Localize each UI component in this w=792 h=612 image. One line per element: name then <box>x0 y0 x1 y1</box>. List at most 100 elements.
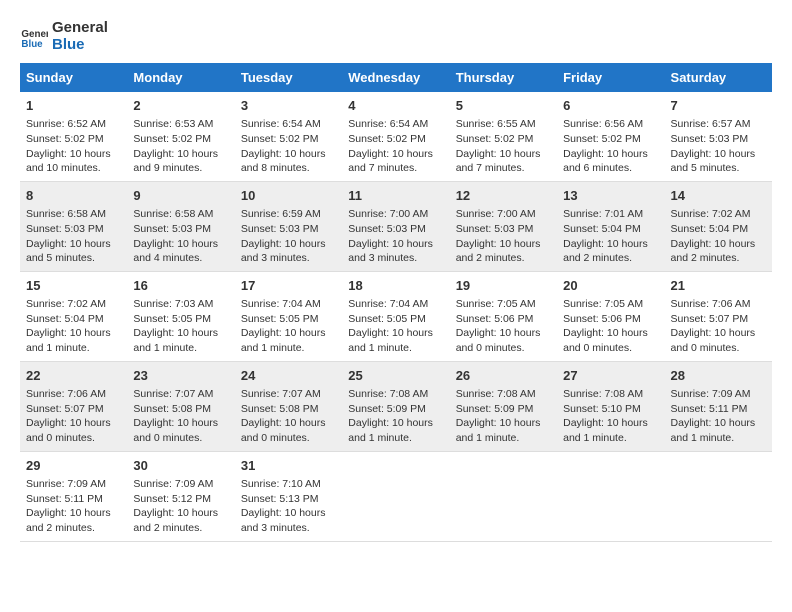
logo: General Blue General Blue <box>20 20 108 53</box>
calendar-header-row: SundayMondayTuesdayWednesdayThursdayFrid… <box>20 63 772 92</box>
day-info: and 2 minutes. <box>26 521 121 536</box>
day-info: Sunset: 5:03 PM <box>241 222 336 237</box>
day-info: Daylight: 10 hours <box>133 237 228 252</box>
day-info: and 0 minutes. <box>563 341 658 356</box>
day-info: and 7 minutes. <box>456 161 551 176</box>
day-info: Sunrise: 7:01 AM <box>563 207 658 222</box>
calendar-cell: 18Sunrise: 7:04 AMSunset: 5:05 PMDayligh… <box>342 271 449 361</box>
day-info: and 2 minutes. <box>133 521 228 536</box>
calendar-cell <box>342 451 449 541</box>
day-info: and 0 minutes. <box>241 431 336 446</box>
day-info: Daylight: 10 hours <box>456 326 551 341</box>
day-info: Sunset: 5:05 PM <box>133 312 228 327</box>
day-info: Sunrise: 7:06 AM <box>671 297 766 312</box>
day-info: Sunset: 5:12 PM <box>133 492 228 507</box>
calendar-cell: 21Sunrise: 7:06 AMSunset: 5:07 PMDayligh… <box>665 271 772 361</box>
calendar-row-5: 29Sunrise: 7:09 AMSunset: 5:11 PMDayligh… <box>20 451 772 541</box>
day-number: 5 <box>456 97 551 115</box>
day-info: and 3 minutes. <box>348 251 443 266</box>
day-info: and 1 minute. <box>26 341 121 356</box>
day-info: and 2 minutes. <box>671 251 766 266</box>
day-info: Daylight: 10 hours <box>241 147 336 162</box>
calendar-cell: 29Sunrise: 7:09 AMSunset: 5:11 PMDayligh… <box>20 451 127 541</box>
day-info: Daylight: 10 hours <box>133 147 228 162</box>
day-info: Daylight: 10 hours <box>456 416 551 431</box>
day-info: Sunset: 5:05 PM <box>241 312 336 327</box>
day-number: 23 <box>133 367 228 385</box>
day-info: Sunrise: 7:08 AM <box>563 387 658 402</box>
day-info: Sunrise: 6:58 AM <box>26 207 121 222</box>
day-number: 15 <box>26 277 121 295</box>
calendar-cell: 17Sunrise: 7:04 AMSunset: 5:05 PMDayligh… <box>235 271 342 361</box>
day-info: Daylight: 10 hours <box>671 416 766 431</box>
calendar-cell: 1Sunrise: 6:52 AMSunset: 5:02 PMDaylight… <box>20 92 127 181</box>
calendar-cell <box>557 451 664 541</box>
day-number: 25 <box>348 367 443 385</box>
day-number: 8 <box>26 187 121 205</box>
day-number: 26 <box>456 367 551 385</box>
day-info: Sunrise: 7:02 AM <box>671 207 766 222</box>
day-info: and 3 minutes. <box>241 251 336 266</box>
day-info: and 10 minutes. <box>26 161 121 176</box>
calendar-cell: 25Sunrise: 7:08 AMSunset: 5:09 PMDayligh… <box>342 361 449 451</box>
day-info: Sunrise: 7:04 AM <box>241 297 336 312</box>
column-header-monday: Monday <box>127 63 234 92</box>
day-info: Sunrise: 7:07 AM <box>241 387 336 402</box>
calendar-cell: 11Sunrise: 7:00 AMSunset: 5:03 PMDayligh… <box>342 181 449 271</box>
day-number: 27 <box>563 367 658 385</box>
day-info: and 4 minutes. <box>133 251 228 266</box>
calendar-cell: 5Sunrise: 6:55 AMSunset: 5:02 PMDaylight… <box>450 92 557 181</box>
calendar-cell: 16Sunrise: 7:03 AMSunset: 5:05 PMDayligh… <box>127 271 234 361</box>
day-info: Daylight: 10 hours <box>241 416 336 431</box>
day-info: Sunset: 5:06 PM <box>563 312 658 327</box>
day-number: 11 <box>348 187 443 205</box>
day-info: and 2 minutes. <box>563 251 658 266</box>
day-info: and 1 minute. <box>456 431 551 446</box>
day-info: Sunset: 5:07 PM <box>26 402 121 417</box>
day-info: Sunset: 5:02 PM <box>456 132 551 147</box>
calendar-cell <box>665 451 772 541</box>
day-info: Sunset: 5:11 PM <box>26 492 121 507</box>
day-number: 30 <box>133 457 228 475</box>
day-info: and 0 minutes. <box>26 431 121 446</box>
calendar-cell: 8Sunrise: 6:58 AMSunset: 5:03 PMDaylight… <box>20 181 127 271</box>
day-info: and 3 minutes. <box>241 521 336 536</box>
day-info: Daylight: 10 hours <box>671 326 766 341</box>
calendar-cell: 12Sunrise: 7:00 AMSunset: 5:03 PMDayligh… <box>450 181 557 271</box>
calendar-cell: 3Sunrise: 6:54 AMSunset: 5:02 PMDaylight… <box>235 92 342 181</box>
column-header-thursday: Thursday <box>450 63 557 92</box>
day-number: 13 <box>563 187 658 205</box>
day-info: Daylight: 10 hours <box>26 506 121 521</box>
day-info: Sunset: 5:13 PM <box>241 492 336 507</box>
day-info: Daylight: 10 hours <box>563 416 658 431</box>
day-info: and 5 minutes. <box>26 251 121 266</box>
day-number: 20 <box>563 277 658 295</box>
calendar-cell: 23Sunrise: 7:07 AMSunset: 5:08 PMDayligh… <box>127 361 234 451</box>
day-info: Sunrise: 7:03 AM <box>133 297 228 312</box>
day-info: Sunrise: 7:00 AM <box>456 207 551 222</box>
day-info: Sunrise: 6:54 AM <box>348 117 443 132</box>
calendar-cell: 30Sunrise: 7:09 AMSunset: 5:12 PMDayligh… <box>127 451 234 541</box>
logo-blue: Blue <box>52 37 108 54</box>
day-info: Daylight: 10 hours <box>26 416 121 431</box>
day-info: Sunset: 5:11 PM <box>671 402 766 417</box>
column-header-tuesday: Tuesday <box>235 63 342 92</box>
calendar-row-4: 22Sunrise: 7:06 AMSunset: 5:07 PMDayligh… <box>20 361 772 451</box>
day-info: and 0 minutes. <box>671 341 766 356</box>
logo-icon: General Blue <box>20 23 48 51</box>
day-info: Sunrise: 7:09 AM <box>671 387 766 402</box>
day-info: Sunrise: 7:07 AM <box>133 387 228 402</box>
calendar-cell: 24Sunrise: 7:07 AMSunset: 5:08 PMDayligh… <box>235 361 342 451</box>
day-info: Sunrise: 7:08 AM <box>348 387 443 402</box>
day-info: Sunrise: 7:09 AM <box>26 477 121 492</box>
day-info: Sunset: 5:10 PM <box>563 402 658 417</box>
day-number: 10 <box>241 187 336 205</box>
day-info: Daylight: 10 hours <box>456 147 551 162</box>
day-number: 14 <box>671 187 766 205</box>
calendar-cell: 27 Sunrise: 7:08 AMSunset: 5:10 PMDayligh… <box>557 361 664 451</box>
day-info: Sunset: 5:03 PM <box>26 222 121 237</box>
day-info: Daylight: 10 hours <box>563 147 658 162</box>
calendar-cell: 14Sunrise: 7:02 AMSunset: 5:04 PMDayligh… <box>665 181 772 271</box>
day-info: and 1 minute. <box>563 431 658 446</box>
day-info: Sunset: 5:04 PM <box>671 222 766 237</box>
